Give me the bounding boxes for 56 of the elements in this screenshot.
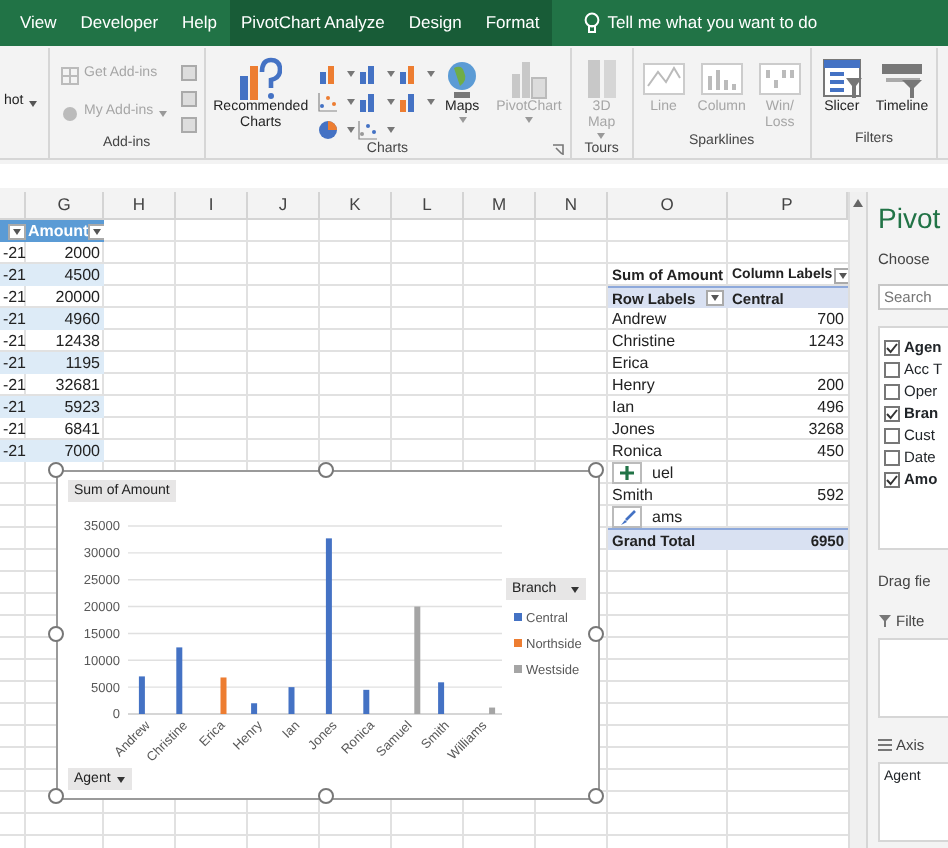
table-cell-text: 12438: [53, 330, 102, 352]
ribbon-tab[interactable]: View: [8, 0, 69, 46]
column-header[interactable]: O: [608, 192, 728, 220]
table-cell: 7000: [26, 440, 104, 462]
pivot-row-label: Andrew: [610, 308, 669, 330]
table-cell: -21: [0, 264, 26, 286]
column-header[interactable]: I: [176, 192, 248, 220]
pivot-cell-text: 450: [815, 440, 846, 462]
pivot-cell-text: 200: [815, 374, 846, 396]
column-header[interactable]: P: [728, 192, 848, 220]
table-cell-text: 2000: [62, 242, 102, 264]
column-header[interactable]: M: [464, 192, 536, 220]
table-cell: -21: [0, 418, 26, 440]
ribbon-tab[interactable]: Format: [473, 0, 552, 46]
pivot-cell-text: 3268: [806, 418, 846, 440]
table-cell: -21: [0, 396, 26, 418]
ribbon-tab[interactable]: Developer: [68, 0, 171, 46]
pivot-row-label: Christine: [610, 330, 678, 352]
column-header[interactable]: K: [320, 192, 392, 220]
pivot-row-label: Smith: [610, 484, 655, 506]
column-header[interactable]: G: [26, 192, 104, 220]
column-heading: Amount: [28, 220, 89, 242]
table-cell-text: 6841: [62, 418, 102, 440]
table-cell: -21: [0, 286, 26, 308]
column-header[interactable]: N: [536, 192, 608, 220]
table-cell: -21: [0, 308, 26, 330]
ribbon-tab[interactable]: Help: [170, 0, 230, 46]
pivot-row-label: Erica: [610, 352, 651, 374]
table-cell: -21: [0, 374, 26, 396]
pivot-row-label: Ronica: [610, 440, 664, 462]
table-cell: -21: [0, 330, 26, 352]
table-cell: 4960: [26, 308, 104, 330]
table-cell-text: 32681: [53, 374, 102, 396]
pivot-row-label: Ian: [610, 396, 637, 418]
ribbon-tab[interactable]: Design: [396, 0, 474, 46]
table-cell: 4500: [26, 264, 104, 286]
table-cell-text: 20000: [53, 286, 102, 308]
pivot-cell-text: 592: [815, 484, 846, 506]
pivot-row-label: Jones: [610, 418, 657, 440]
column-header[interactable]: H: [104, 192, 176, 220]
table-cell: 1195: [26, 352, 104, 374]
table-cell: -21: [0, 440, 26, 462]
pivot-cell-text: 1243: [806, 330, 846, 352]
pivot-row-label: uel: [650, 462, 676, 484]
pivot-row-label: Henry: [610, 374, 657, 396]
table-cell: 5923: [26, 396, 104, 418]
pivot-cell-text: 700: [815, 308, 846, 330]
ribbon-tab[interactable]: PivotChart Analyze: [229, 0, 397, 46]
column-header[interactable]: J: [248, 192, 320, 220]
column-header[interactable]: L: [392, 192, 464, 220]
pivot-cell-text: 496: [815, 396, 846, 418]
table-cell: -21: [0, 352, 26, 374]
tell-me-search[interactable]: Tell me what you want to do: [607, 10, 818, 36]
table-cell: -21: [0, 242, 26, 264]
pivot-row-label: ams: [650, 506, 685, 528]
pane-title: Pivot: [878, 200, 943, 236]
